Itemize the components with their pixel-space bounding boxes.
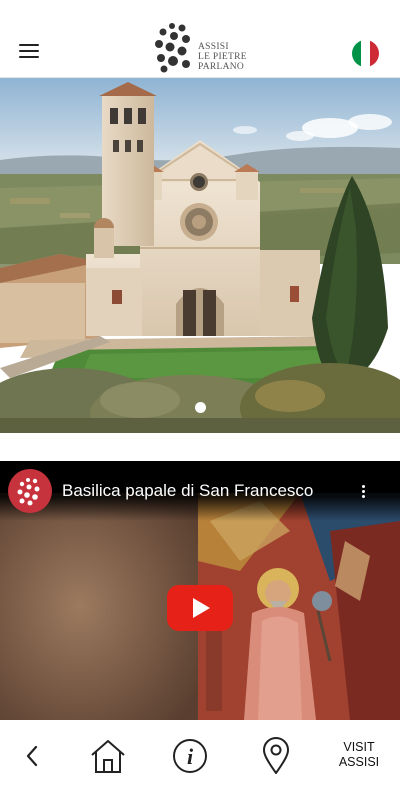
youtube-play-icon[interactable]	[167, 585, 233, 631]
logo-dots-icon	[155, 23, 190, 73]
app-header: ASSISI LE PIETRE PARLANO	[0, 0, 400, 78]
logo-text: ASSISI LE PIETRE PARLANO	[198, 42, 247, 72]
channel-avatar-icon[interactable]	[8, 469, 52, 513]
home-icon[interactable]	[86, 734, 130, 778]
visit-label-line-1: VISIT	[343, 740, 375, 754]
youtube-video-embed[interactable]: Basilica papale di San Francesco	[0, 461, 400, 720]
bottom-navigation: i VISIT ASSISI	[0, 720, 400, 800]
logo-line-2: LE PIETRE	[198, 52, 247, 62]
carousel-indicator-dot[interactable]	[195, 402, 206, 413]
logo-line-3: PARLANO	[198, 62, 245, 72]
visit-assisi-button[interactable]: VISIT ASSISI	[330, 740, 388, 770]
italian-flag-icon[interactable]	[352, 40, 379, 67]
info-icon[interactable]: i	[170, 734, 210, 778]
video-title[interactable]: Basilica papale di San Francesco	[62, 481, 313, 501]
hero-carousel[interactable]	[0, 78, 400, 433]
more-vertical-icon[interactable]	[357, 483, 369, 503]
visit-label-line-2: ASSISI	[338, 755, 380, 769]
channel-logo-dots-icon	[17, 478, 40, 506]
logo-line-1: ASSISI	[198, 42, 229, 52]
app-logo[interactable]: ASSISI LE PIETRE PARLANO	[152, 20, 252, 74]
svg-text:i: i	[187, 744, 194, 769]
basilica-san-francesco-photo	[0, 78, 400, 433]
location-pin-icon[interactable]	[258, 734, 294, 778]
hamburger-menu-icon[interactable]	[16, 40, 42, 62]
back-chevron-icon[interactable]	[16, 734, 48, 778]
